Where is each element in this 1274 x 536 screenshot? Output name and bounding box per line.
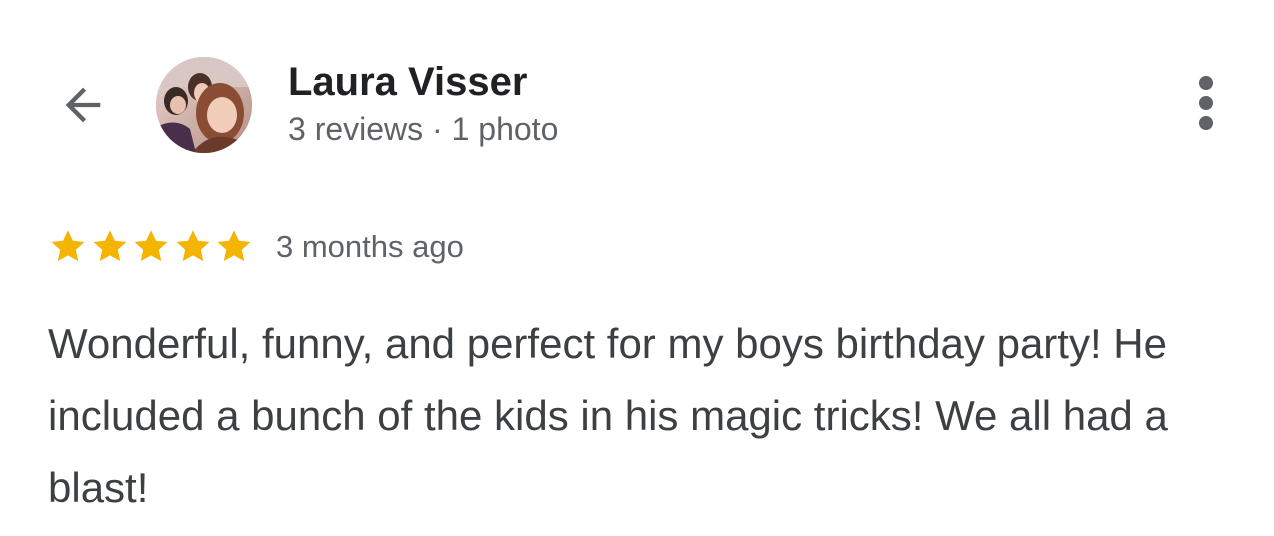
arrow-back-icon [57,79,109,136]
star-icon [131,227,171,267]
reviewer-stats: 3 reviews · 1 photo [288,111,559,147]
reviewer-name[interactable]: Laura Visser [288,58,527,106]
rating-row: 3 months ago [48,224,464,270]
star-rating [48,227,254,267]
review-date: 3 months ago [276,229,464,264]
star-icon [214,227,254,267]
star-icon [48,227,88,267]
star-icon [90,227,130,267]
profile-photo [156,57,252,153]
back-button[interactable] [52,76,114,138]
star-icon [173,227,213,267]
more-options-button[interactable] [1184,72,1228,138]
review-text: Wonderful, funny, and perfect for my boy… [48,320,1168,511]
avatar[interactable] [156,57,252,153]
more-vert-icon [1196,73,1216,138]
